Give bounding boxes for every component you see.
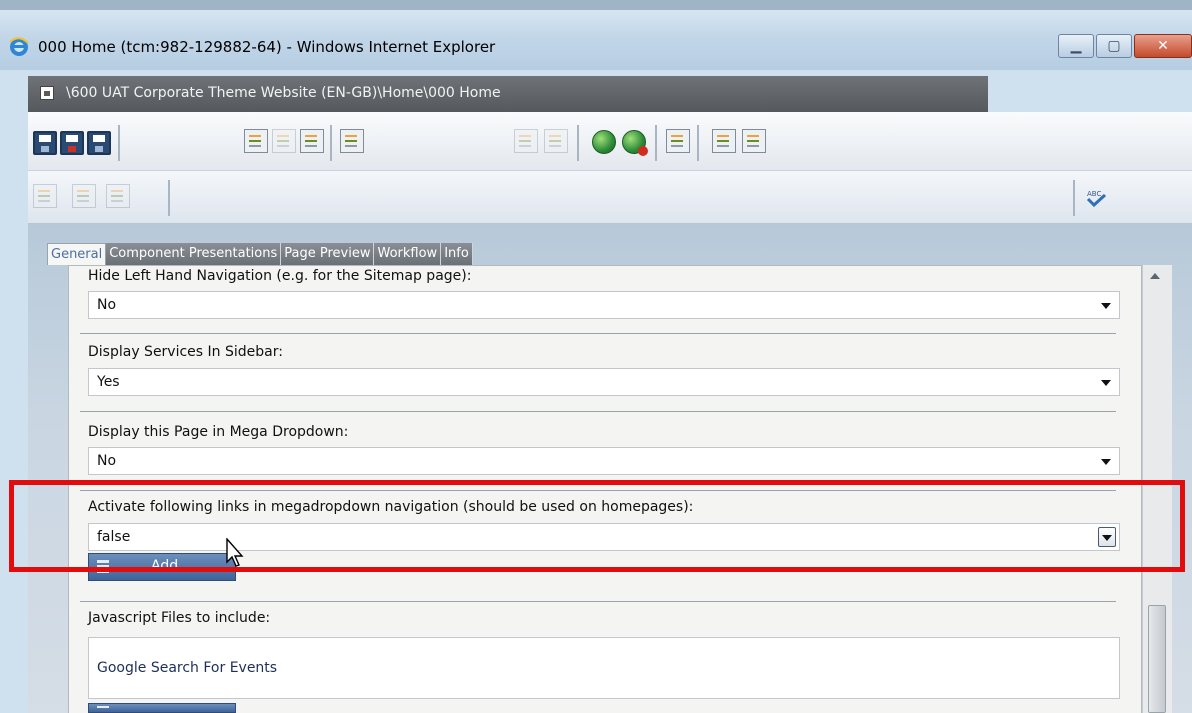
list-icon: [97, 706, 109, 712]
maximize-button[interactable]: ▢: [1096, 34, 1132, 58]
tab-workflow[interactable]: Workflow: [374, 243, 442, 265]
field-label-hide-left-nav: Hide Left Hand Navigation (e.g. for the …: [88, 268, 472, 284]
minimize-button[interactable]: ▁: [1058, 34, 1094, 58]
tab-strip: General Component Presentations Page Pre…: [47, 243, 473, 265]
chevron-down-icon[interactable]: [1101, 380, 1111, 386]
chevron-down-icon[interactable]: [1101, 459, 1111, 465]
chevron-down-icon[interactable]: [1101, 303, 1111, 309]
paste-icon: [106, 184, 130, 208]
svg-text:ABC: ABC: [1087, 190, 1101, 198]
javascript-files-list[interactable]: Google Search For Events: [88, 637, 1120, 699]
check-in-icon[interactable]: [244, 129, 268, 153]
display-services-value: Yes: [97, 374, 120, 390]
item-path: \600 UAT Corporate Theme Website (EN-GB)…: [66, 85, 501, 101]
preview-icon[interactable]: [712, 129, 736, 153]
close-button[interactable]: ✕: [1134, 34, 1192, 58]
display-services-select[interactable]: Yes: [88, 368, 1120, 396]
copy-icon: [72, 184, 96, 208]
tab-page-preview[interactable]: Page Preview: [281, 243, 375, 265]
compare-icon[interactable]: [742, 129, 766, 153]
highlight-box: [9, 480, 1185, 572]
unpublish-icon[interactable]: [622, 130, 648, 156]
window-top-edge: [0, 0, 1192, 10]
add-button[interactable]: [88, 703, 236, 713]
check-out-icon: [272, 129, 296, 153]
minimize-icon: ▁: [1070, 38, 1082, 54]
toolbar-separator: [1073, 180, 1075, 216]
tab-component-presentations[interactable]: Component Presentations: [106, 243, 282, 265]
toolbar-separator: [168, 180, 170, 216]
toolbar-separator: [697, 125, 699, 161]
edit-toolbar: [28, 171, 1192, 224]
field-divider: [80, 411, 1116, 412]
hide-left-nav-select[interactable]: No: [88, 291, 1120, 319]
toolbar-separator: [655, 125, 657, 161]
mega-dropdown-value: No: [97, 453, 117, 469]
spellcheck-icon[interactable]: ABC: [1085, 189, 1107, 207]
publish-icon[interactable]: [592, 130, 616, 154]
hide-left-nav-value: No: [97, 297, 117, 313]
mouse-cursor-icon: [226, 538, 244, 567]
page-icon: [40, 86, 54, 100]
tab-info[interactable]: Info: [441, 243, 473, 265]
field-label-mega-dropdown: Display this Page in Mega Dropdown:: [88, 424, 349, 440]
save-and-close-icon[interactable]: [60, 131, 84, 155]
toolbar-separator: [118, 125, 120, 161]
field-label-display-services: Display Services In Sidebar:: [88, 344, 283, 360]
save-and-new-icon[interactable]: [87, 131, 111, 155]
javascript-file-item[interactable]: Google Search For Events: [97, 660, 277, 676]
localize-icon[interactable]: [666, 129, 690, 153]
window-titlebar[interactable]: 000 Home (tcm:982-129882-64) - Windows I…: [0, 10, 1192, 70]
item-path-header: \600 UAT Corporate Theme Website (EN-GB)…: [28, 76, 988, 112]
scroll-thumb[interactable]: [1148, 605, 1166, 713]
ie-window: 000 Home (tcm:982-129882-64) - Windows I…: [0, 0, 1192, 713]
ie-logo-icon: [9, 37, 29, 56]
mega-dropdown-select[interactable]: No: [88, 447, 1120, 475]
paste-icon: [544, 129, 568, 153]
field-label-javascript-files: Javascript Files to include:: [88, 610, 271, 626]
maximize-icon: ▢: [1107, 38, 1121, 54]
field-divider: [80, 601, 1116, 602]
cut-icon: [33, 184, 57, 208]
toolbar-separator: [577, 125, 579, 161]
close-icon: ✕: [1157, 38, 1169, 54]
field-divider: [80, 333, 1116, 334]
toolbar-separator: [330, 125, 332, 161]
copy-icon: [514, 129, 538, 153]
undo-checkout-icon[interactable]: [300, 129, 324, 153]
tab-general[interactable]: General: [47, 243, 107, 265]
window-title: 000 Home (tcm:982-129882-64) - Windows I…: [38, 38, 496, 56]
save-icon[interactable]: [33, 131, 57, 155]
scroll-up-icon[interactable]: [1150, 273, 1160, 279]
version-history-icon[interactable]: [340, 129, 364, 153]
